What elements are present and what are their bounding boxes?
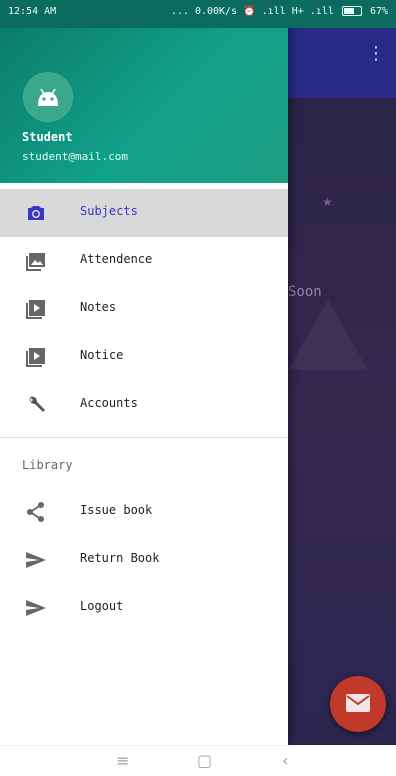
- send-icon: [26, 600, 46, 616]
- mail-icon: [346, 694, 370, 712]
- star-icon: ★: [322, 195, 333, 209]
- android-icon: [38, 88, 58, 106]
- menu-item-accounts[interactable]: Accounts: [0, 381, 288, 429]
- navigation-drawer: Student student@mail.com Subjects Attend…: [0, 0, 288, 745]
- status-bar: 12:54 AM ... 0.00K/s ⏰ .ıll H+ .ıll 67%: [0, 0, 396, 28]
- menu-item-label: Subjects: [80, 204, 138, 218]
- coming-soon-text: Soon: [288, 284, 322, 300]
- decorative-cone: [288, 300, 368, 370]
- avatar[interactable]: [23, 72, 73, 122]
- overflow-menu-icon[interactable]: ⋮: [366, 42, 386, 66]
- status-time: 12:54 AM: [8, 6, 57, 17]
- network-speed: ... 0.00K/s: [170, 6, 238, 17]
- menu-item-label: Notice: [80, 348, 124, 362]
- menu-item-subjects[interactable]: Subjects: [0, 189, 288, 237]
- menu-item-label: Attendence: [80, 252, 153, 266]
- camera-icon: [28, 206, 44, 220]
- battery-percent: 67%: [369, 6, 388, 17]
- wrench-icon: [29, 396, 45, 412]
- menu-item-label: Issue book: [80, 503, 153, 517]
- menu-item-label: Notes: [80, 300, 117, 314]
- menu-item-label: Return Book: [80, 551, 160, 565]
- menu-item-notes[interactable]: Notes: [0, 285, 288, 333]
- menu-item-label: Accounts: [80, 396, 138, 410]
- alarm-icon: ⏰: [243, 6, 256, 17]
- share-icon: [27, 502, 44, 522]
- send-icon: [26, 552, 46, 568]
- play-box-icon: [26, 348, 45, 367]
- menu-item-logout[interactable]: Logout: [0, 584, 288, 632]
- menu-item-return-book[interactable]: Return Book: [0, 536, 288, 584]
- play-box-icon: [26, 300, 45, 319]
- menu-divider: [0, 437, 288, 438]
- back-icon[interactable]: ‹: [282, 752, 288, 770]
- menu-item-notice[interactable]: Notice: [0, 333, 288, 381]
- signal-icon: .ıll H+ .ıll: [261, 6, 334, 17]
- menu-item-issue-book[interactable]: Issue book: [0, 488, 288, 536]
- compose-fab-button[interactable]: [330, 676, 386, 732]
- section-title-library: Library: [22, 458, 73, 472]
- user-email: student@mail.com: [22, 150, 128, 163]
- menu-item-label: Logout: [80, 599, 124, 613]
- user-name: Student: [22, 130, 73, 144]
- status-right: ... 0.00K/s ⏰ .ıll H+ .ıll 67%: [171, 6, 388, 17]
- system-nav-bar: ≡ ▢ ‹: [0, 745, 396, 776]
- image-icon: [26, 253, 45, 271]
- recents-menu-icon[interactable]: ≡: [116, 752, 129, 770]
- home-icon[interactable]: ▢: [197, 752, 212, 770]
- menu-item-attendence[interactable]: Attendence: [0, 237, 288, 285]
- battery-icon: [341, 6, 362, 16]
